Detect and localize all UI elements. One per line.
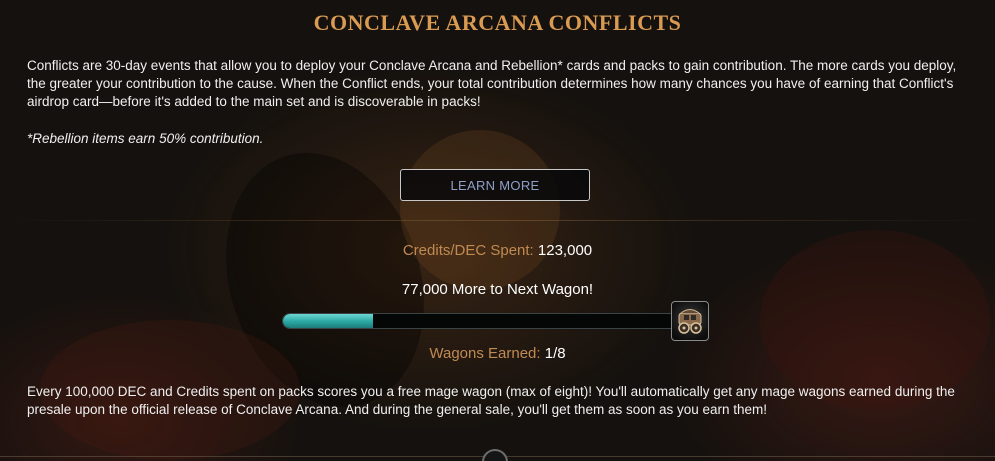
next-wagon-text: 77,000 More to Next Wagon! [401,281,594,298]
bottom-circle-icon [482,449,508,461]
rebellion-note: *Rebellion items earn 50% contribution. [27,131,264,146]
wagon-progress-fill [283,314,373,328]
wagon-progress-bar [282,313,674,329]
wagon-icon[interactable] [671,301,709,341]
wagon-icon-graphic [678,309,702,334]
wagon-info-paragraph: Every 100,000 DEC and Credits spent on p… [27,384,955,417]
background-shape [400,130,560,290]
credits-spent-value: 123,000 [537,242,593,259]
learn-more-button[interactable]: LEARN MORE [400,169,590,201]
credits-spent-label: Credits/DEC Spent: [402,242,534,259]
wagons-earned-label: Wagons Earned: [429,345,541,362]
page-title: CONCLAVE ARCANA CONFLICTS [313,10,682,35]
section-divider [0,220,995,221]
wagons-earned-value: 1/8 [544,345,566,362]
wagons-earned-row: Wagons Earned: 1/8 [0,345,995,362]
credits-spent-row: Credits/DEC Spent: 123,000 [0,242,995,259]
intro-paragraph: Conflicts are 30-day events that allow y… [27,58,957,109]
